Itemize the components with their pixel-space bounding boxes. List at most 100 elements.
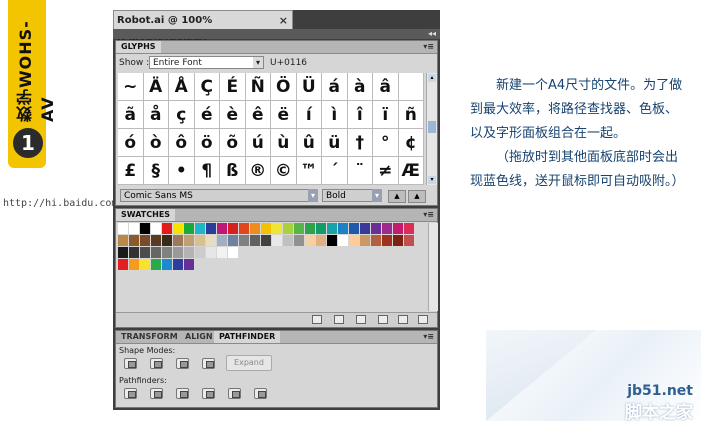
swatch[interactable] — [195, 223, 206, 234]
glyph-cell[interactable]: Ç — [194, 73, 220, 101]
glyph-cell[interactable]: î — [347, 101, 373, 129]
swatch[interactable] — [305, 235, 316, 246]
chevron-down-icon[interactable]: ▾ — [372, 189, 382, 202]
swatch[interactable] — [327, 223, 338, 234]
swatch[interactable] — [217, 247, 228, 258]
glyph-cell[interactable]: ´ — [322, 157, 348, 185]
swatch[interactable] — [162, 247, 173, 258]
new-swatch-icon[interactable] — [398, 315, 408, 324]
glyph-cell[interactable]: ó — [118, 129, 144, 157]
swatch[interactable] — [151, 247, 162, 258]
glyph-scrollbar[interactable]: ▴ ▾ — [426, 73, 437, 185]
document-tab[interactable]: Robot.ai @ 100% (CMYK/Preview) × — [113, 10, 293, 45]
swatch[interactable] — [118, 259, 129, 270]
glyph-cell[interactable]: ú — [245, 129, 271, 157]
swatch[interactable] — [129, 235, 140, 246]
swatch-library-icon[interactable] — [312, 315, 322, 324]
unite-icon[interactable] — [124, 358, 137, 369]
swatch[interactable] — [316, 235, 327, 246]
glyph-cell[interactable]: • — [169, 157, 195, 185]
swatch[interactable] — [140, 259, 151, 270]
tab-swatches[interactable]: SWATCHES — [116, 209, 176, 221]
swatch[interactable] — [338, 223, 349, 234]
swatch[interactable] — [272, 235, 283, 246]
glyph-cell[interactable]: õ — [220, 129, 246, 157]
glyph-cell[interactable]: ° — [373, 129, 399, 157]
swatch[interactable] — [129, 223, 140, 234]
glyph-cell[interactable]: è — [220, 101, 246, 129]
swatch[interactable] — [305, 223, 316, 234]
swatch[interactable] — [272, 223, 283, 234]
swatch[interactable] — [228, 235, 239, 246]
glyph-cell[interactable]: ™ — [296, 157, 322, 185]
glyph-cell[interactable]: ~ — [118, 73, 144, 101]
glyph-cell[interactable]: ® — [245, 157, 271, 185]
glyph-cell[interactable]: â — [373, 73, 399, 101]
glyph-cell[interactable]: á — [322, 73, 348, 101]
swatch[interactable] — [162, 235, 173, 246]
glyph-cell[interactable]: ö — [194, 129, 220, 157]
swatch[interactable] — [184, 247, 195, 258]
glyph-cell[interactable]: Ä — [143, 73, 169, 101]
zoom-out-icon[interactable]: ▲ — [388, 190, 406, 203]
swatch[interactable] — [173, 247, 184, 258]
swatch[interactable] — [327, 235, 338, 246]
collapse-icon[interactable]: ◂◂ — [428, 29, 436, 39]
new-group-icon[interactable] — [378, 315, 388, 324]
swatch[interactable] — [173, 223, 184, 234]
glyph-cell[interactable]: í — [296, 101, 322, 129]
panel-menu-icon[interactable]: ▾≡ — [423, 41, 434, 53]
glyph-cell[interactable]: ì — [322, 101, 348, 129]
glyph-cell[interactable]: Ö — [271, 73, 297, 101]
glyph-cell[interactable]: ¶ — [194, 157, 220, 185]
glyph-cell[interactable]: É — [220, 73, 246, 101]
trim-icon[interactable] — [150, 388, 163, 399]
swatch-options-icon[interactable] — [356, 315, 366, 324]
glyph-cell[interactable]: Ñ — [245, 73, 271, 101]
swatch[interactable] — [239, 235, 250, 246]
minus-back-icon[interactable] — [254, 388, 267, 399]
swatch[interactable] — [140, 235, 151, 246]
glyph-cell[interactable]: § — [143, 157, 169, 185]
glyph-cell[interactable]: å — [143, 101, 169, 129]
expand-button[interactable]: Expand — [226, 355, 272, 371]
glyph-cell[interactable]: à — [347, 73, 373, 101]
swatch[interactable] — [173, 235, 184, 246]
glyph-cell[interactable]: ≠ — [373, 157, 399, 185]
swatch[interactable] — [250, 223, 261, 234]
glyph-cell[interactable]: ê — [245, 101, 271, 129]
swatch[interactable] — [371, 223, 382, 234]
scroll-thumb[interactable] — [428, 121, 436, 133]
swatch[interactable] — [382, 235, 393, 246]
glyph-cell[interactable]: é — [194, 101, 220, 129]
glyph-cell[interactable]: ß — [220, 157, 246, 185]
glyph-cell[interactable]: ã — [118, 101, 144, 129]
crop-icon[interactable] — [202, 388, 215, 399]
glyph-cell[interactable]: ô — [169, 129, 195, 157]
swatch[interactable] — [217, 235, 228, 246]
swatch[interactable] — [129, 247, 140, 258]
swatch[interactable] — [393, 235, 404, 246]
swatch[interactable] — [206, 247, 217, 258]
swatch[interactable] — [349, 235, 360, 246]
swatch[interactable] — [283, 223, 294, 234]
swatch[interactable] — [250, 235, 261, 246]
glyph-cell[interactable]: £ — [118, 157, 144, 185]
divide-icon[interactable] — [124, 388, 137, 399]
swatch[interactable] — [349, 223, 360, 234]
swatch[interactable] — [382, 223, 393, 234]
swatch[interactable] — [140, 223, 151, 234]
glyph-cell[interactable]: © — [271, 157, 297, 185]
zoom-in-icon[interactable]: ▲ — [408, 190, 426, 203]
trash-icon[interactable] — [418, 315, 428, 324]
glyph-cell[interactable] — [398, 73, 424, 101]
minus-front-icon[interactable] — [150, 358, 163, 369]
panel-menu-icon[interactable]: ▾≡ — [423, 331, 434, 343]
swatch[interactable] — [261, 223, 272, 234]
glyph-cell[interactable]: ò — [143, 129, 169, 157]
glyph-cell[interactable]: Æ — [398, 157, 424, 185]
font-family-select[interactable]: Comic Sans MS — [120, 189, 318, 202]
merge-icon[interactable] — [176, 388, 189, 399]
glyph-cell[interactable]: ¨ — [347, 157, 373, 185]
swatch[interactable] — [173, 259, 184, 270]
